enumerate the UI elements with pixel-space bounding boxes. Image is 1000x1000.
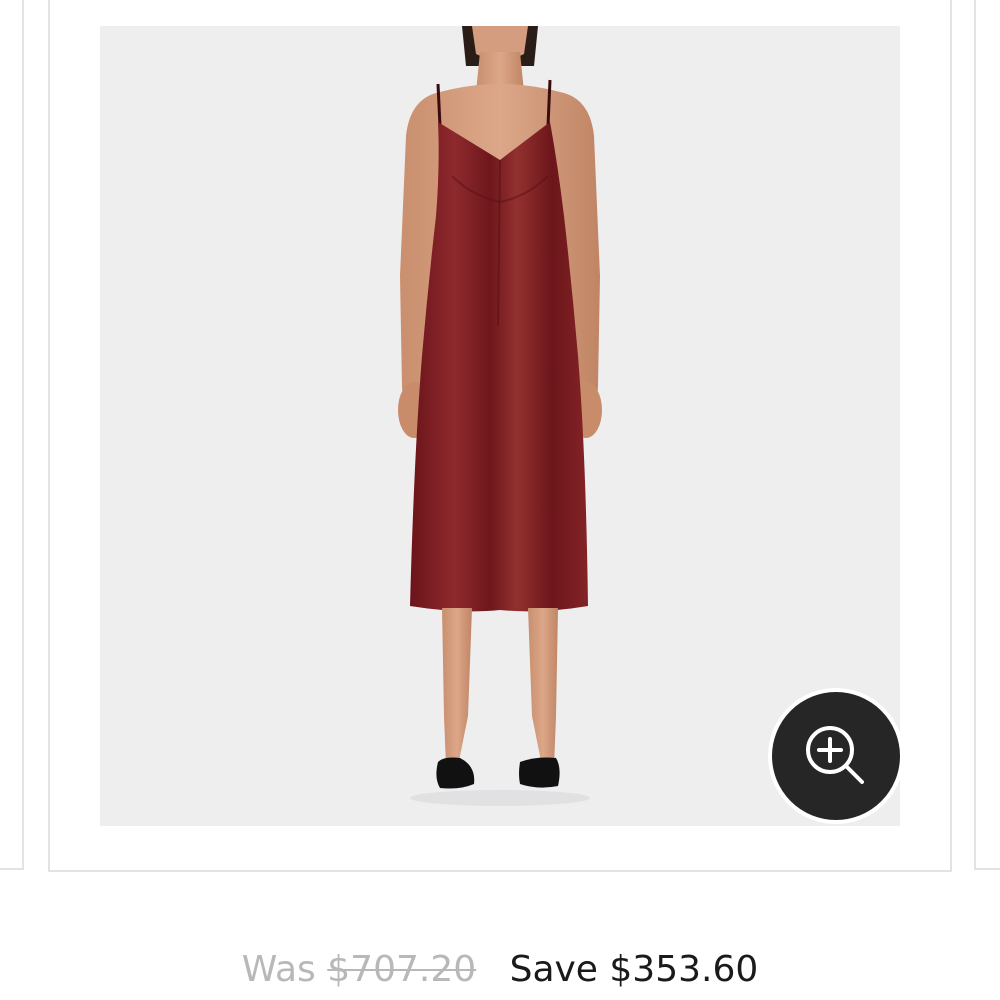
product-page: Was $707.20 Save $353.60	[0, 0, 1000, 1000]
savings-text: Save $353.60	[509, 949, 759, 990]
price-row: Was $707.20 Save $353.60	[0, 942, 1000, 1000]
previous-slide-card[interactable]	[0, 0, 24, 870]
dress-illustration	[398, 26, 602, 806]
zoom-in-icon	[806, 726, 864, 784]
was-label: Was	[241, 949, 316, 990]
was-price: $707.20	[327, 949, 477, 990]
product-image[interactable]	[100, 26, 900, 826]
zoom-button[interactable]	[768, 688, 904, 824]
next-slide-card[interactable]	[974, 0, 1000, 870]
